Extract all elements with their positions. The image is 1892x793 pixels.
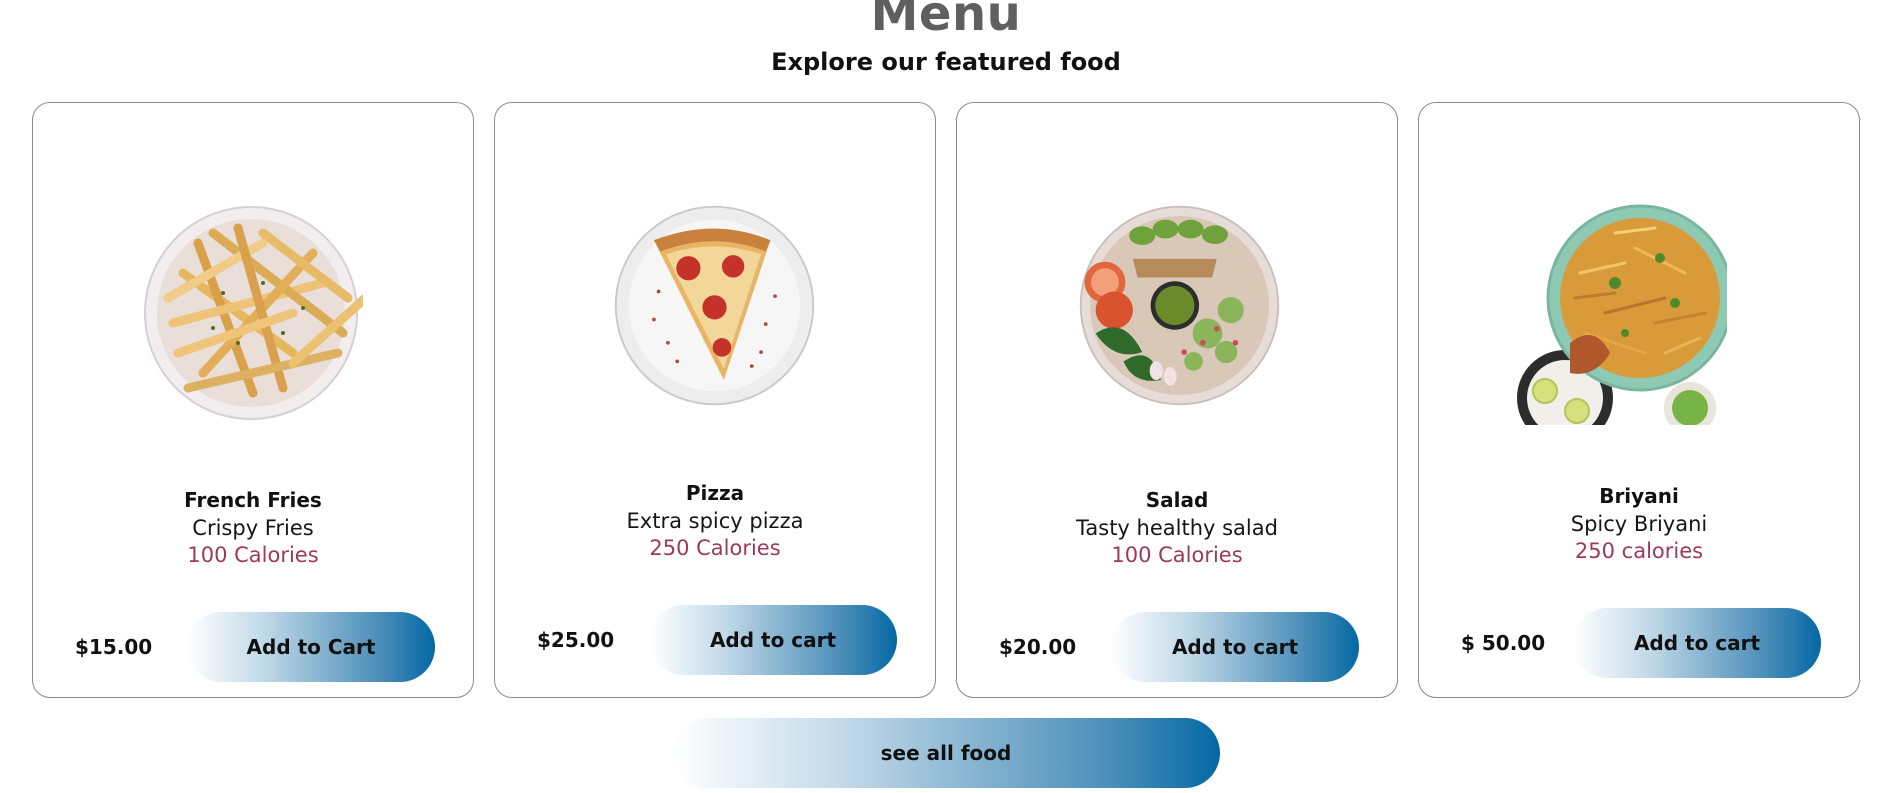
food-calories: 250 calories xyxy=(1574,539,1704,563)
food-card-salad: Salad Tasty healthy salad 100 Calories $… xyxy=(956,102,1398,698)
pizza-image xyxy=(612,203,817,408)
food-calories: 100 Calories xyxy=(1111,543,1243,567)
menu-subtitle: Explore our featured food xyxy=(771,48,1121,76)
food-price: $15.00 xyxy=(75,635,153,659)
briyani-image xyxy=(1515,203,1727,425)
food-description: Spicy Briyani xyxy=(1570,512,1708,536)
food-price: $ 50.00 xyxy=(1461,631,1546,655)
food-name: Briyani xyxy=(1599,484,1679,508)
food-name: French Fries xyxy=(184,488,322,512)
food-card-french-fries: French Fries Crispy Fries 100 Calories $… xyxy=(32,102,474,698)
food-name: Pizza xyxy=(685,481,745,505)
food-card-pizza: Pizza Extra spicy pizza 250 Calories $25… xyxy=(494,102,936,698)
add-to-cart-button[interactable]: Add to cart xyxy=(1111,612,1359,682)
menu-page: Menu Explore our featured food French Fr… xyxy=(0,0,1892,793)
food-name: Salad xyxy=(1145,488,1209,512)
card-text-briyani: Briyani Spicy Briyani 250 calories xyxy=(1419,484,1859,563)
card-text-salad: Salad Tasty healthy salad 100 Calories xyxy=(957,488,1397,567)
add-to-cart-button[interactable]: Add to cart xyxy=(649,605,897,675)
food-calories: 100 Calories xyxy=(187,543,319,567)
card-text-french-fries: French Fries Crispy Fries 100 Calories xyxy=(33,488,473,567)
menu-title: Menu xyxy=(870,0,1022,42)
card-text-pizza: Pizza Extra spicy pizza 250 Calories xyxy=(495,481,935,560)
french-fries-image xyxy=(143,203,363,423)
food-description: Tasty healthy salad xyxy=(1076,516,1278,540)
food-description: Extra spicy pizza xyxy=(626,509,804,533)
food-calories: 250 Calories xyxy=(649,536,781,560)
salad-image xyxy=(1077,203,1282,408)
food-price: $25.00 xyxy=(537,628,615,652)
food-description: Crispy Fries xyxy=(192,516,314,540)
see-all-food-button[interactable]: see all food xyxy=(672,718,1220,788)
food-price: $20.00 xyxy=(999,635,1077,659)
add-to-cart-button[interactable]: Add to cart xyxy=(1573,608,1821,678)
add-to-cart-button[interactable]: Add to Cart xyxy=(187,612,435,682)
food-card-briyani: Briyani Spicy Briyani 250 calories $ 50.… xyxy=(1418,102,1860,698)
